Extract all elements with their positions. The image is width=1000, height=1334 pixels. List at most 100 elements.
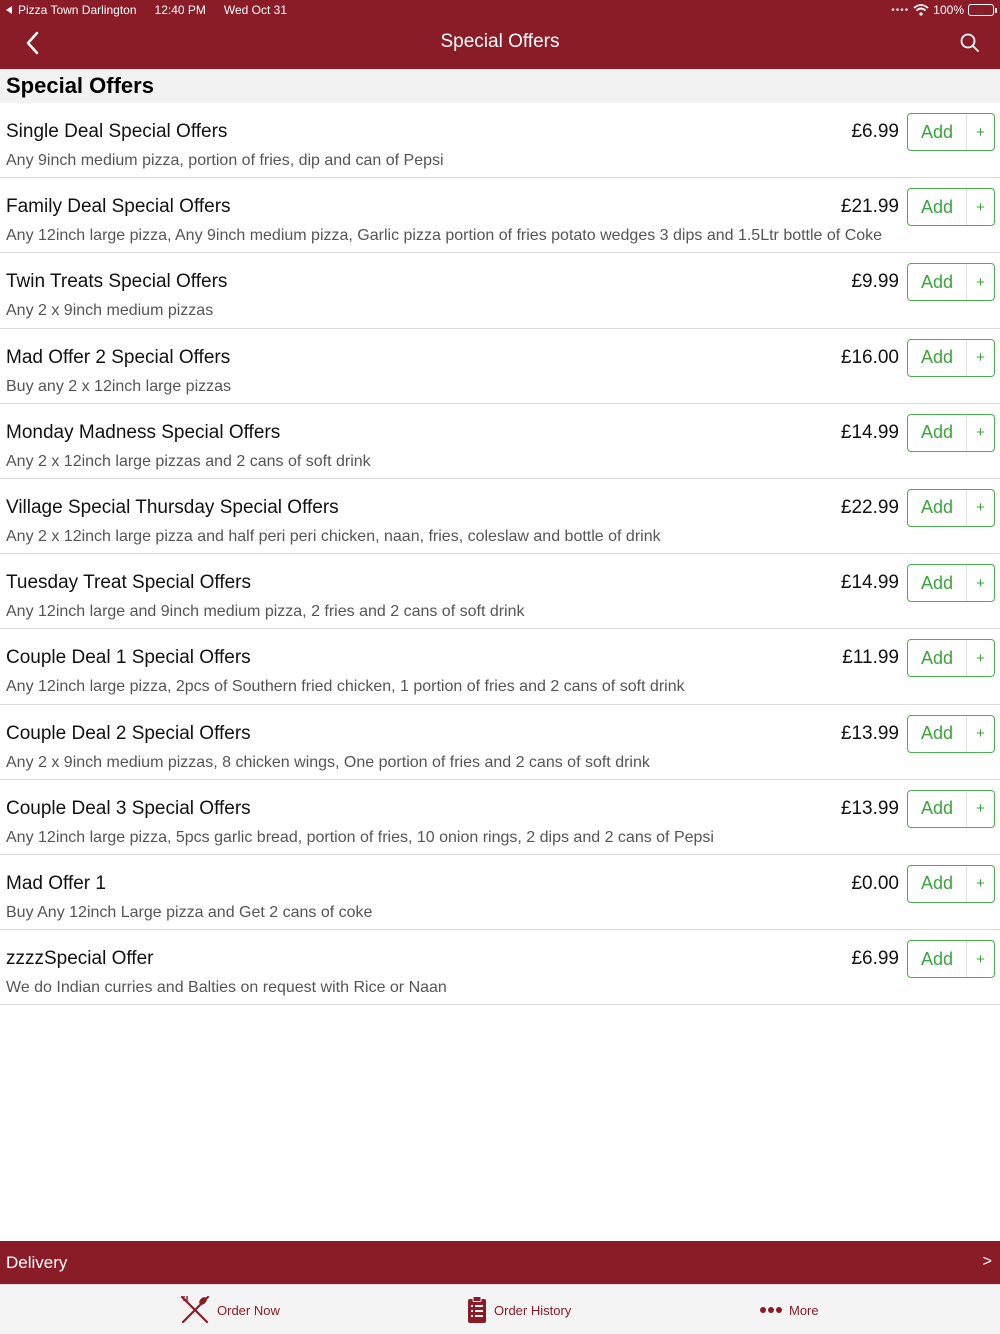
add-button-label: Add	[920, 121, 954, 142]
offer-description: Any 12inch large pizza, 5pcs garlic brea…	[6, 828, 714, 846]
plus-icon: +	[966, 565, 994, 602]
offer-name: Single Deal Special Offers	[6, 121, 228, 142]
offer-price: £6.99	[851, 948, 899, 970]
add-button-label: Add	[920, 873, 954, 894]
offer-item: Twin Treats Special Offers £9.99 Any 2 x…	[0, 253, 1000, 329]
top-bar: Pizza Town Darlington 12:40 PM Wed Oct 3…	[0, 0, 1000, 69]
offer-name: Family Deal Special Offers	[6, 196, 231, 218]
offer-item: Couple Deal 1 Special Offers £11.99 Any …	[0, 629, 1000, 705]
add-button-label: Add	[920, 497, 954, 518]
status-back-to-app[interactable]: Pizza Town Darlington 12:40 PM Wed Oct 3…	[6, 3, 287, 17]
chevron-left-icon	[26, 31, 39, 55]
offer-name: Couple Deal 3 Special Offers	[6, 797, 251, 819]
back-triangle-icon	[6, 6, 12, 14]
offer-price: £21.99	[840, 196, 899, 218]
tab-order-now[interactable]: Order Now	[179, 1285, 280, 1334]
add-button[interactable]: Add +	[907, 714, 995, 753]
offer-description: Any 12inch large pizza, Any 9inch medium…	[6, 227, 883, 245]
offer-item: Monday Madness Special Offers £14.99 Any…	[0, 404, 1000, 479]
offer-description: Any 2 x 12inch large pizza and half peri…	[6, 527, 661, 545]
plus-icon: +	[966, 114, 994, 150]
add-button[interactable]: Add +	[907, 263, 995, 302]
tab-more-label: More	[789, 1302, 819, 1318]
offer-name: Mad Offer 2 Special Offers	[6, 346, 231, 368]
add-button[interactable]: Add +	[907, 564, 995, 603]
offer-price: £14.99	[840, 421, 899, 443]
offer-item: Family Deal Special Offers £21.99 Any 12…	[0, 178, 1000, 254]
search-button[interactable]	[958, 31, 982, 55]
plus-icon: +	[966, 489, 994, 526]
tab-order-history[interactable]: Order History	[466, 1285, 571, 1334]
plus-icon: +	[966, 339, 994, 376]
back-button[interactable]	[20, 28, 50, 58]
offer-name: Twin Treats Special Offers	[6, 271, 228, 293]
plus-icon: +	[966, 640, 994, 677]
offer-description: Any 2 x 9inch medium pizzas, 8 chicken w…	[6, 753, 650, 771]
add-button[interactable]: Add +	[907, 113, 995, 151]
clipboard-icon	[468, 1296, 486, 1323]
plus-icon: +	[966, 189, 994, 226]
add-button[interactable]: Add +	[907, 413, 995, 452]
offer-item: zzzzSpecial Offer £6.99 We do Indian cur…	[0, 930, 1000, 1006]
add-button[interactable]: Add +	[907, 864, 995, 903]
add-button-label: Add	[920, 798, 954, 819]
offer-description: Any 12inch large pizza, 2pcs of Southern…	[6, 678, 685, 696]
section-title: Special Offers	[6, 73, 154, 98]
offers-list: Single Deal Special Offers £6.99 Any 9in…	[0, 103, 1000, 1006]
delivery-bar[interactable]: Delivery >	[0, 1241, 1000, 1284]
add-button-label: Add	[920, 647, 954, 668]
offer-item: Single Deal Special Offers £6.99 Any 9in…	[0, 103, 1000, 179]
offer-item: Mad Offer 2 Special Offers £16.00 Buy an…	[0, 329, 1000, 404]
add-button-label: Add	[920, 948, 954, 969]
offer-price: £13.99	[840, 797, 899, 819]
offer-name: Couple Deal 2 Special Offers	[6, 722, 251, 744]
status-date: Wed Oct 31	[223, 3, 288, 17]
plus-icon: +	[966, 790, 994, 827]
status-time: 12:40 PM	[154, 3, 206, 17]
signal-dots-icon: ••••	[891, 4, 910, 16]
status-bar: Pizza Town Darlington 12:40 PM Wed Oct 3…	[0, 0, 1000, 20]
offer-description: Any 2 x 12inch large pizzas and 2 cans o…	[6, 452, 371, 470]
offer-name: Couple Deal 1 Special Offers	[6, 647, 251, 669]
add-button-label: Add	[920, 422, 954, 443]
offer-description: Any 2 x 9inch medium pizzas	[6, 302, 214, 320]
search-icon	[960, 33, 979, 52]
offer-description: We do Indian curries and Balties on requ…	[6, 979, 447, 997]
wifi-icon	[913, 4, 929, 16]
chevron-right-icon: >	[982, 1253, 992, 1270]
battery-icon	[968, 4, 997, 16]
offer-name: Mad Offer 1	[6, 872, 106, 894]
offer-price: £0.00	[851, 872, 899, 894]
add-button-label: Add	[920, 271, 954, 292]
tab-more[interactable]: More	[759, 1285, 819, 1334]
offer-item: Mad Offer 1 £0.00 Buy Any 12inch Large p…	[0, 855, 1000, 931]
offer-price: £13.99	[840, 722, 899, 744]
offer-price: £6.99	[851, 121, 899, 142]
plus-icon: +	[966, 414, 994, 451]
add-button[interactable]: Add +	[907, 940, 995, 979]
add-button[interactable]: Add +	[907, 789, 995, 828]
offer-price: £16.00	[840, 346, 899, 368]
fork-knife-icon	[180, 1295, 210, 1324]
offer-item: Village Special Thursday Special Offers …	[0, 479, 1000, 555]
add-button[interactable]: Add +	[907, 338, 995, 377]
add-button[interactable]: Add +	[907, 188, 995, 227]
offer-name: Village Special Thursday Special Offers	[6, 496, 339, 518]
add-button-label: Add	[920, 196, 954, 217]
offer-description: Buy any 2 x 12inch large pizzas	[6, 377, 232, 395]
offer-item: Tuesday Treat Special Offers £14.99 Any …	[0, 554, 1000, 630]
offer-item: Couple Deal 3 Special Offers £13.99 Any …	[0, 780, 1000, 855]
add-button-label: Add	[920, 723, 954, 743]
tab-order-now-label: Order Now	[217, 1302, 280, 1318]
add-button[interactable]: Add +	[907, 488, 995, 527]
section-header: Special Offers	[0, 69, 1000, 103]
offer-price: £11.99	[842, 647, 899, 669]
add-button[interactable]: Add +	[907, 639, 995, 678]
offer-price: £22.99	[840, 496, 899, 518]
status-back-app-label: Pizza Town Darlington	[18, 3, 137, 17]
add-button-label: Add	[920, 572, 954, 593]
offer-name: Tuesday Treat Special Offers	[6, 572, 252, 594]
plus-icon: +	[966, 941, 994, 978]
add-button-label: Add	[920, 347, 954, 368]
offer-name: Monday Madness Special Offers	[6, 421, 281, 443]
